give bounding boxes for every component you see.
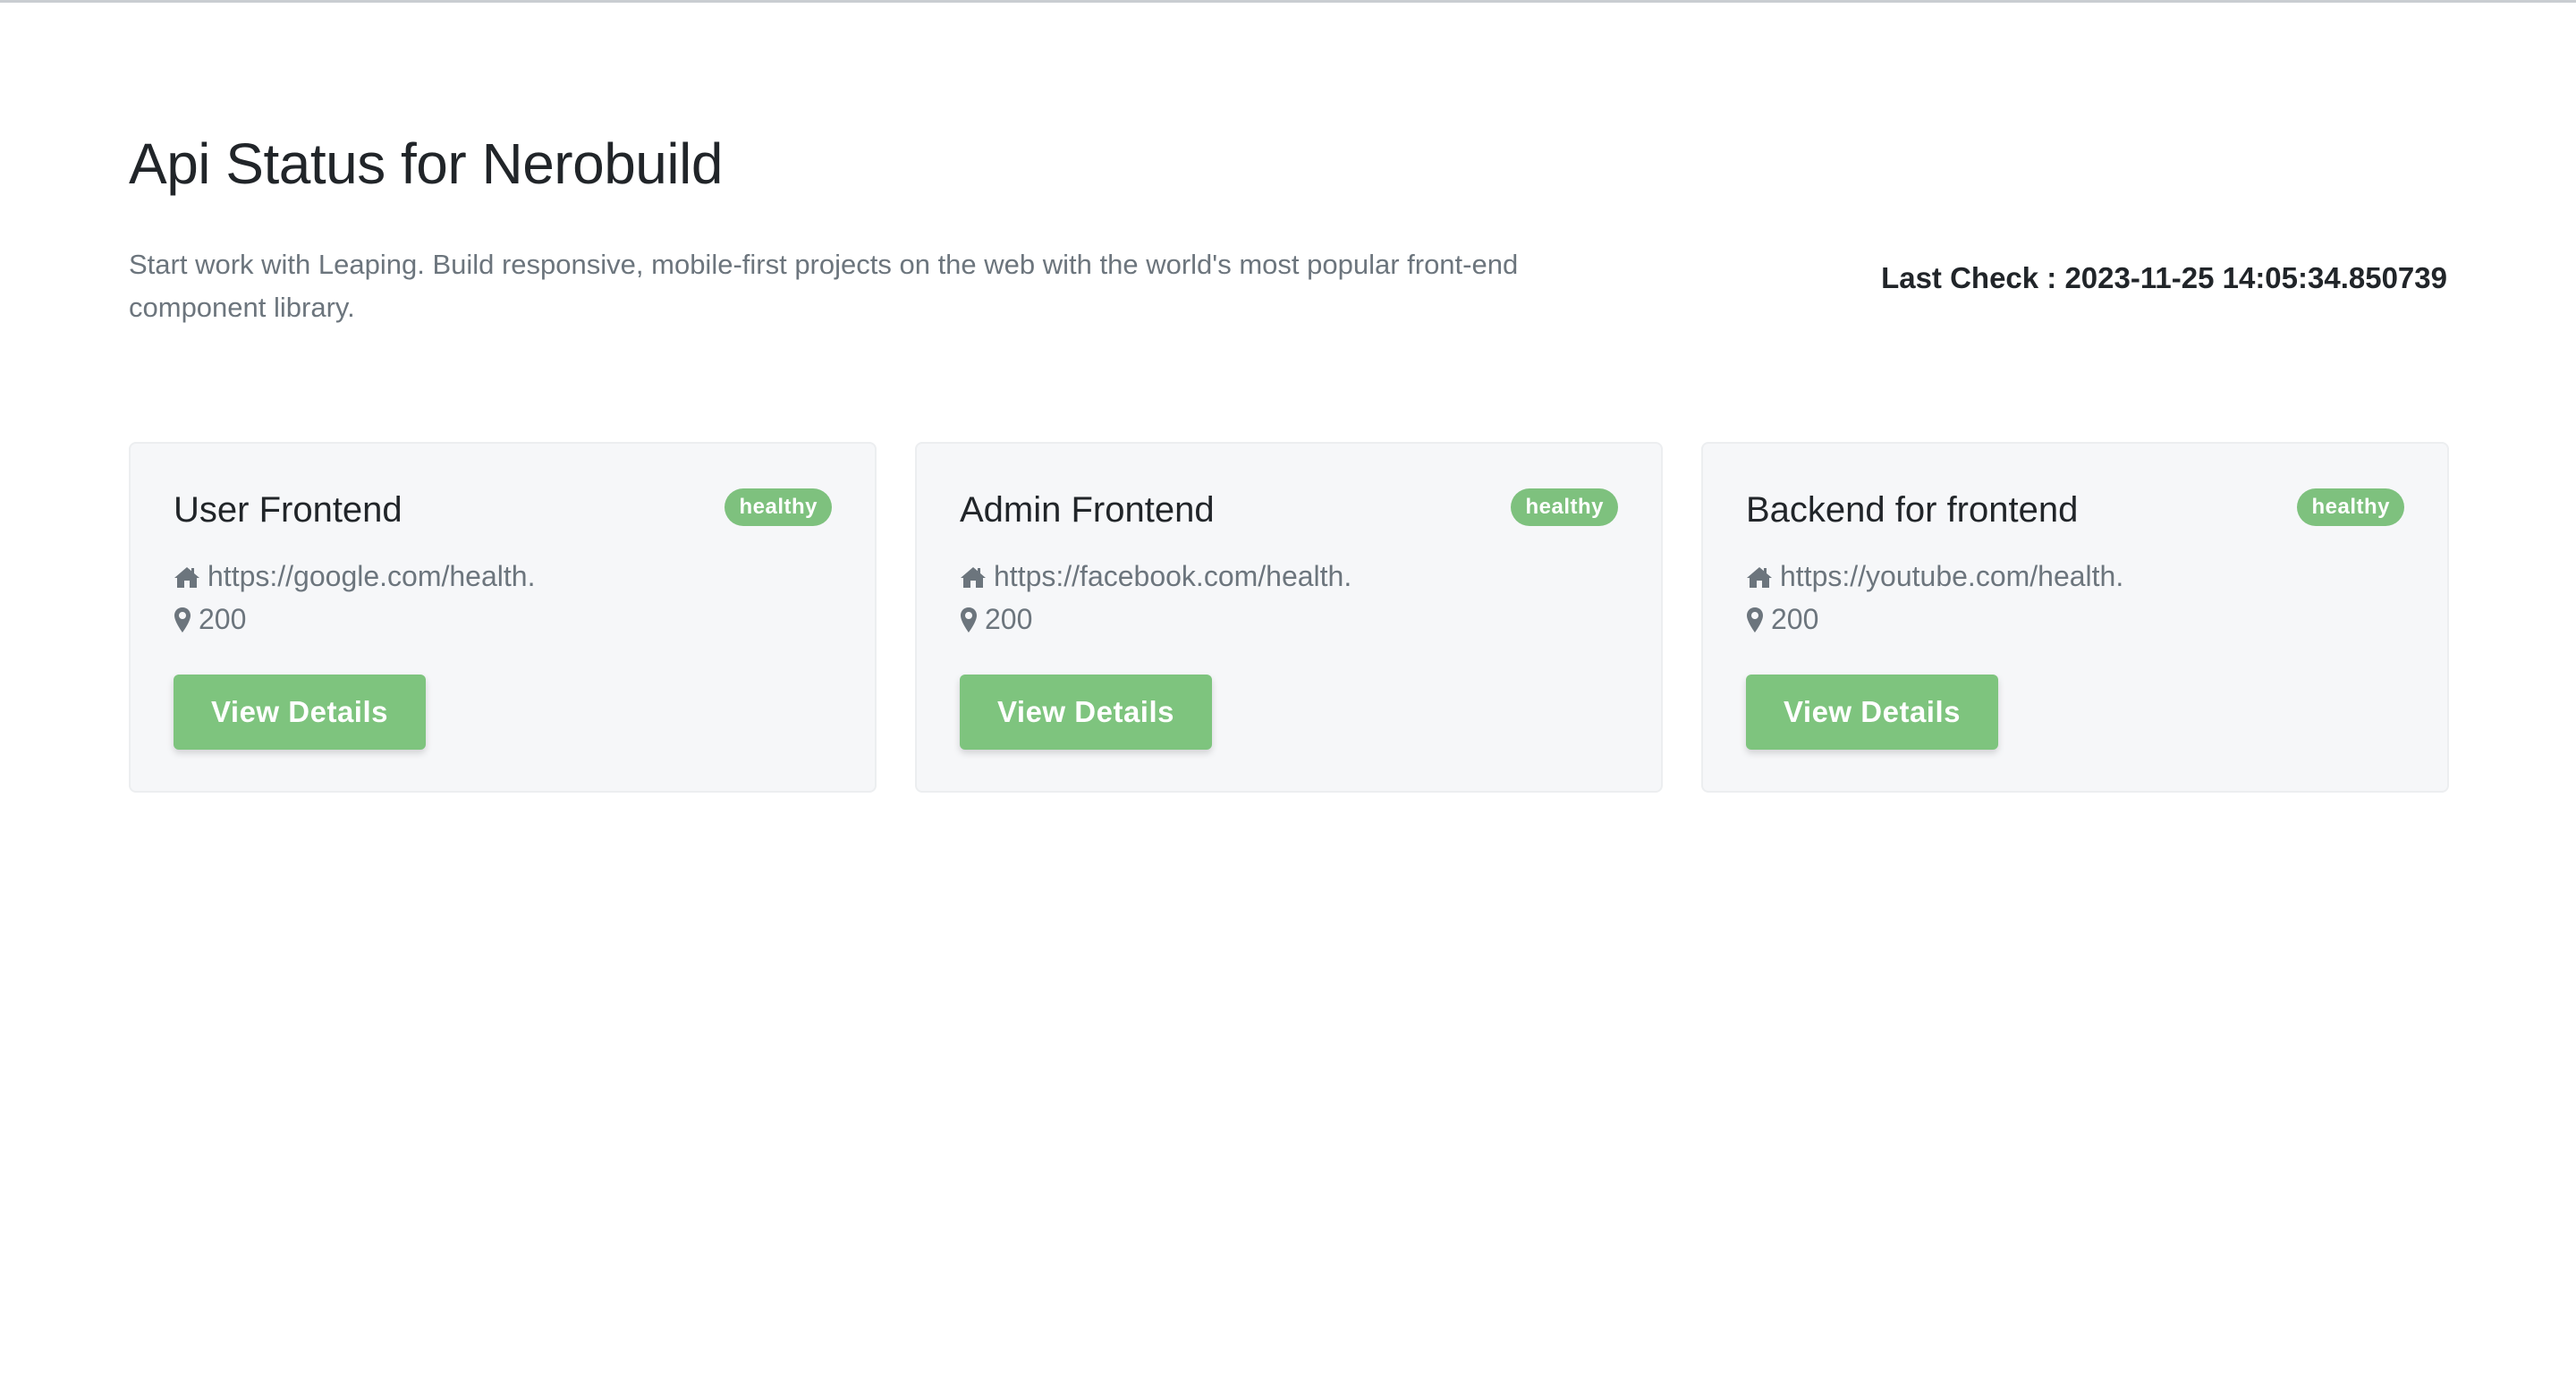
service-card-admin-frontend: Admin Frontend healthy https://facebook.…	[915, 442, 1663, 793]
service-status-code: 200	[199, 603, 247, 635]
service-card-user-frontend: User Frontend healthy https://google.com…	[129, 442, 877, 793]
service-url: https://google.com/health.	[208, 560, 536, 592]
service-card-backend-for-frontend: Backend for frontend healthy https://you…	[1701, 442, 2449, 793]
service-cards: User Frontend healthy https://google.com…	[129, 442, 2449, 794]
home-icon	[960, 565, 987, 589]
service-url: https://youtube.com/health.	[1780, 560, 2124, 592]
status-badge: healthy	[724, 488, 832, 526]
service-name: Backend for frontend	[1746, 490, 2079, 530]
last-check-timestamp: Last Check : 2023-11-25 14:05:34.850739	[1881, 261, 2447, 294]
view-details-button[interactable]: View Details	[174, 675, 426, 750]
service-status-row: 200	[960, 603, 1032, 636]
page-title: Api Status for Nerobuild	[129, 132, 723, 196]
service-name: Admin Frontend	[960, 490, 1215, 530]
map-marker-icon	[960, 607, 978, 633]
service-url-row: https://facebook.com/health.	[960, 560, 1352, 593]
home-icon	[174, 565, 200, 589]
service-status-code: 200	[1771, 603, 1819, 635]
service-status-row: 200	[174, 603, 246, 636]
service-name: User Frontend	[174, 490, 402, 530]
view-details-button[interactable]: View Details	[1746, 675, 1998, 750]
service-url-row: https://youtube.com/health.	[1746, 560, 2123, 593]
service-url: https://facebook.com/health.	[994, 560, 1352, 592]
status-badge: healthy	[2297, 488, 2404, 526]
map-marker-icon	[174, 607, 191, 633]
status-badge: healthy	[1511, 488, 1618, 526]
service-url-row: https://google.com/health.	[174, 560, 535, 593]
top-border	[0, 0, 2576, 3]
map-marker-icon	[1746, 607, 1764, 633]
page-description: Start work with Leaping. Build responsiv…	[129, 249, 1519, 323]
service-status-code: 200	[985, 603, 1033, 635]
home-icon	[1746, 565, 1773, 589]
view-details-button[interactable]: View Details	[960, 675, 1212, 750]
service-status-row: 200	[1746, 603, 1818, 636]
